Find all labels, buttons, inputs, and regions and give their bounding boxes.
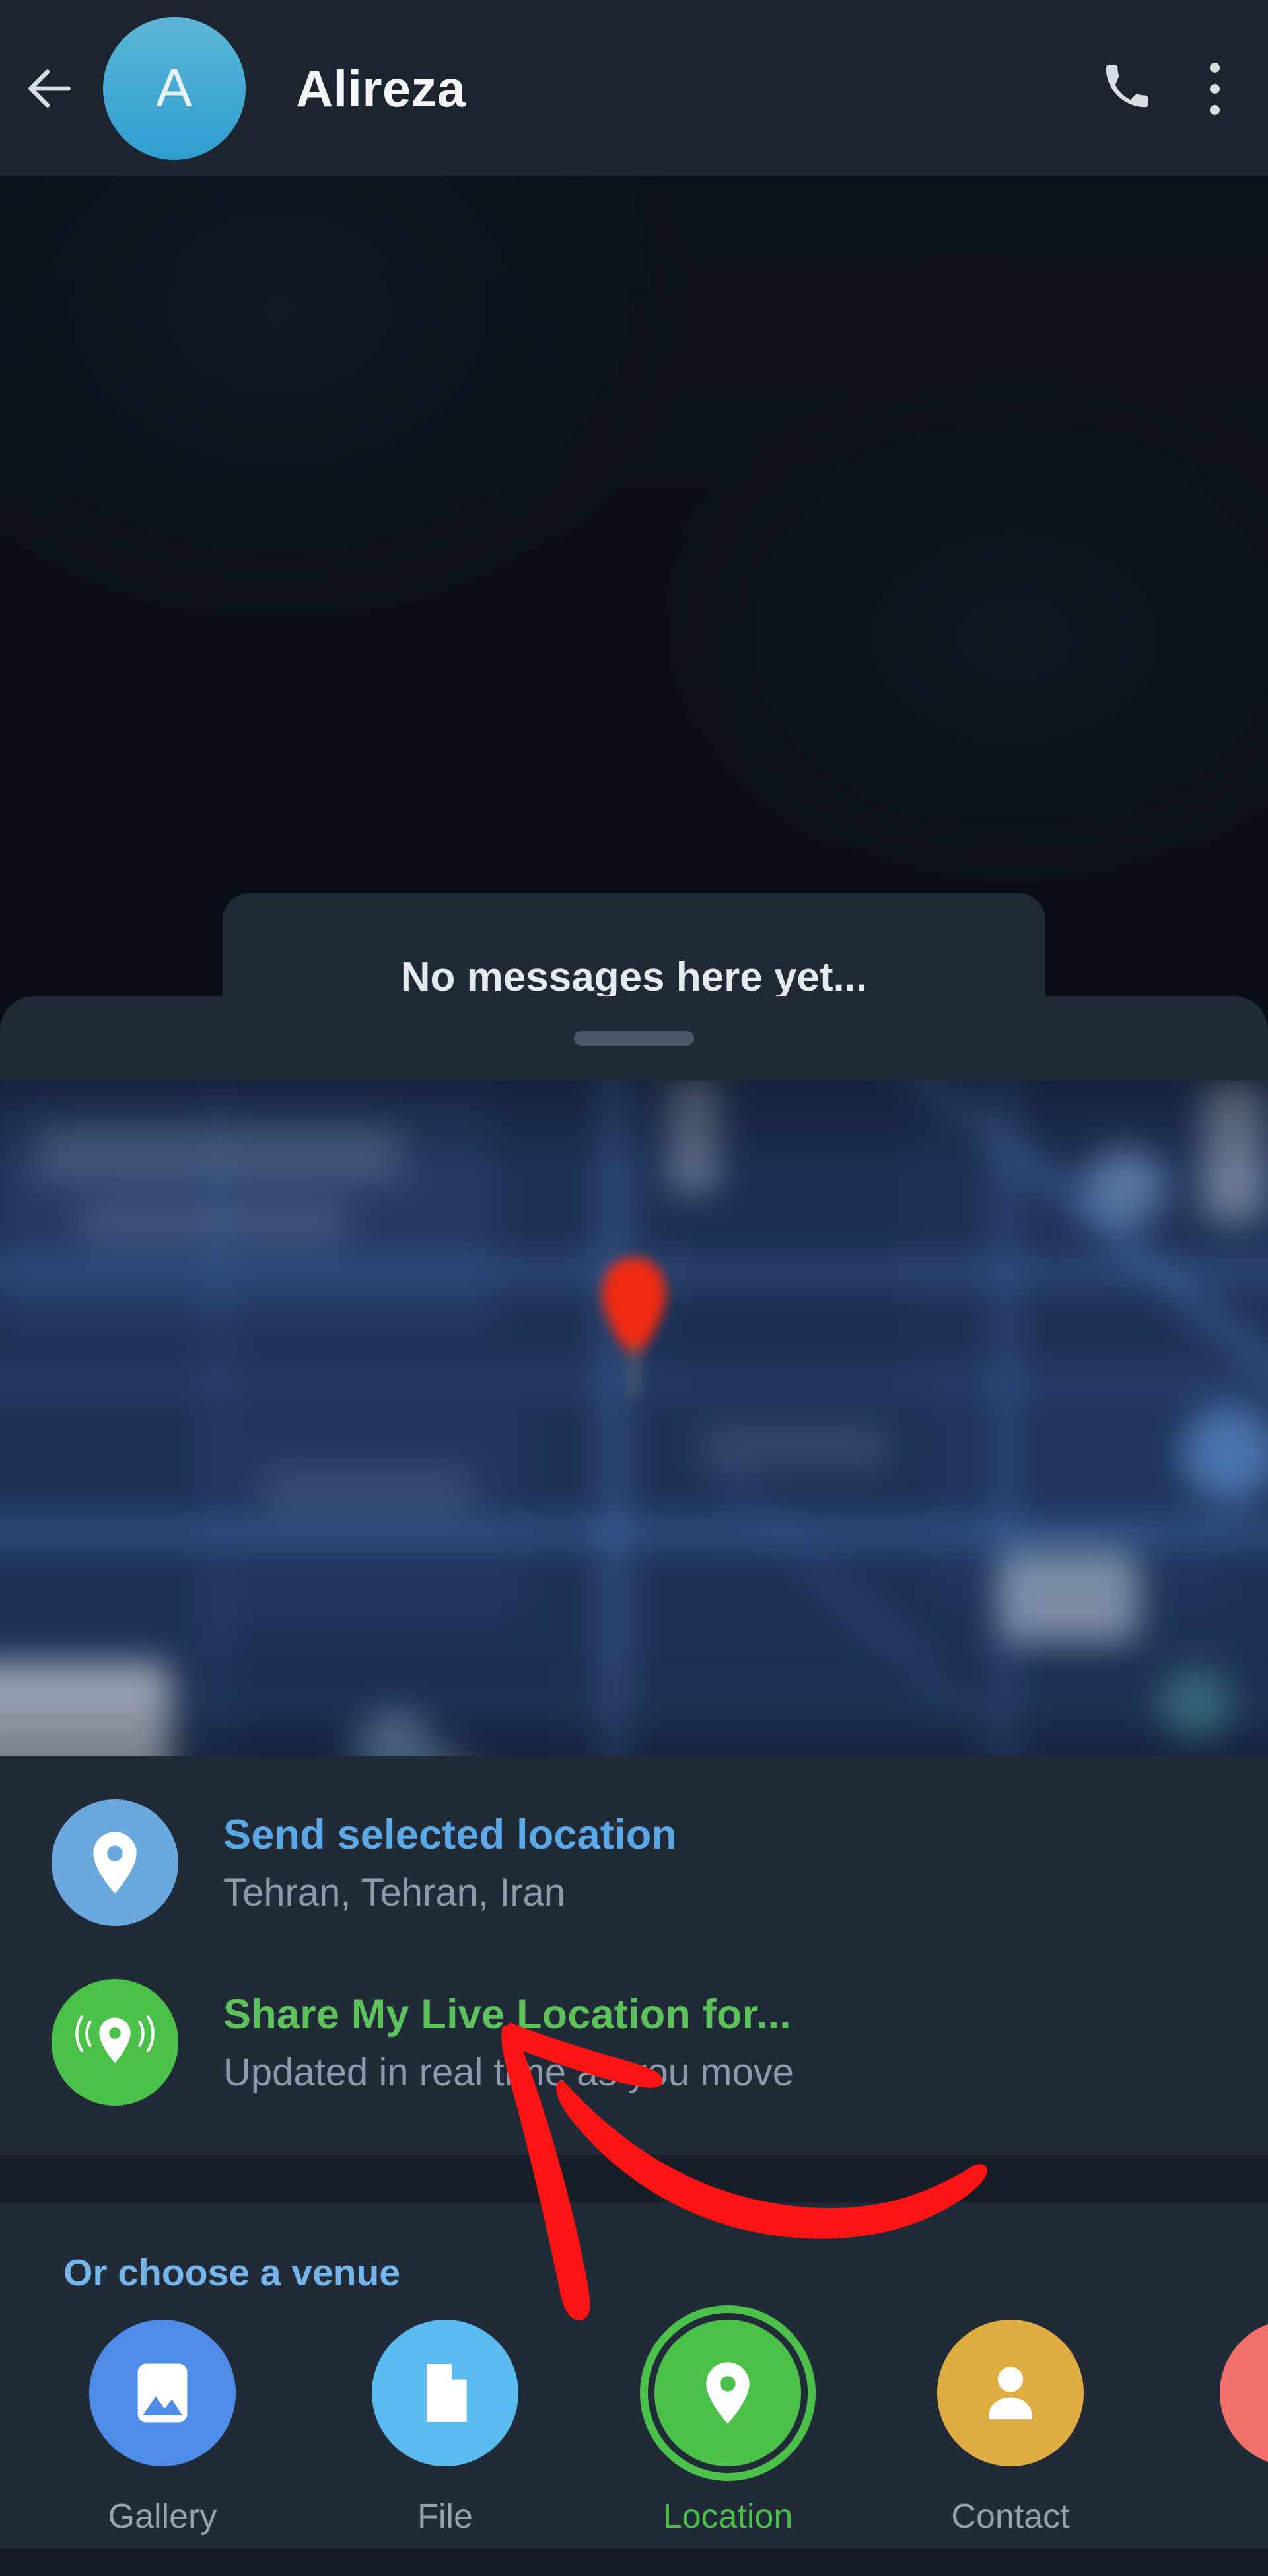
arrow-left-icon xyxy=(24,63,75,114)
call-button[interactable] xyxy=(1076,0,1176,177)
avatar[interactable]: A xyxy=(103,17,246,160)
location-pin-icon[interactable] xyxy=(640,2305,816,2481)
map-tiles xyxy=(0,1081,1268,1756)
map-pin-marker xyxy=(594,1244,674,1403)
venue-section-header: Or choose a venue xyxy=(63,2252,401,2294)
location-pin-icon xyxy=(52,1799,178,1926)
selected-ring-indicator xyxy=(640,2305,816,2481)
attach-item-music[interactable]: Mu xyxy=(1152,2320,1268,2536)
send-selected-location-row[interactable]: Send selected location Tehran, Tehran, I… xyxy=(0,1773,1268,1952)
share-live-location-row[interactable]: Share My Live Location for... Updated in… xyxy=(0,1952,1268,2132)
attach-label-file: File xyxy=(417,2497,473,2536)
attach-label-location: Location xyxy=(662,2497,793,2536)
avatar-initial: A xyxy=(156,58,193,118)
gallery-image-icon[interactable] xyxy=(89,2320,236,2466)
overflow-menu-button[interactable] xyxy=(1176,0,1268,177)
contact-person-icon[interactable] xyxy=(937,2320,1084,2466)
share-live-location-title: Share My Live Location for... xyxy=(223,1991,791,2038)
location-options-list: Send selected location Tehran, Tehran, I… xyxy=(0,1756,1268,2155)
share-live-location-subtitle: Updated in real time as you move xyxy=(223,2050,794,2094)
overflow-menu-icon-dot-1 xyxy=(1209,62,1220,73)
attach-item-location[interactable]: Location xyxy=(586,2305,869,2536)
attach-label-contact: Contact xyxy=(951,2497,1070,2536)
music-play-icon[interactable] xyxy=(1220,2320,1268,2466)
send-selected-location-title: Send selected location xyxy=(223,1811,678,1858)
chat-header: A Alireza xyxy=(0,0,1268,177)
empty-chat-label: No messages here yet... xyxy=(400,954,868,1000)
attach-item-contact[interactable]: Contact xyxy=(869,2320,1152,2536)
drag-handle[interactable] xyxy=(574,1031,694,1046)
attach-item-file[interactable]: File xyxy=(304,2320,586,2536)
live-location-pin-icon xyxy=(52,1979,178,2106)
system-nav-strip xyxy=(0,2548,1268,2576)
page-title[interactable]: Alireza xyxy=(296,59,466,119)
map-preview[interactable] xyxy=(0,1081,1268,1756)
send-selected-location-subtitle: Tehran, Tehran, Iran xyxy=(223,1871,566,1914)
send-selected-location-text: Send selected location Tehran, Tehran, I… xyxy=(223,1811,677,1915)
overflow-menu-icon-dot-3 xyxy=(1209,104,1220,115)
section-divider xyxy=(0,2155,1268,2202)
sheet-drag-handle-area[interactable] xyxy=(0,996,1268,1081)
file-document-icon[interactable] xyxy=(372,2320,518,2466)
phone-icon xyxy=(1102,63,1150,114)
attach-label-gallery: Gallery xyxy=(108,2497,217,2536)
attach-item-gallery[interactable]: Gallery xyxy=(21,2320,304,2536)
telegram-chat-screen: No messages here yet... A Alireza Send s… xyxy=(0,0,1268,2576)
share-live-location-text: Share My Live Location for... Updated in… xyxy=(223,1991,794,2094)
attachment-type-bar: Gallery File Location Contact xyxy=(0,2305,1268,2548)
back-button[interactable] xyxy=(0,0,99,177)
overflow-menu-icon-dot-2 xyxy=(1209,83,1220,94)
